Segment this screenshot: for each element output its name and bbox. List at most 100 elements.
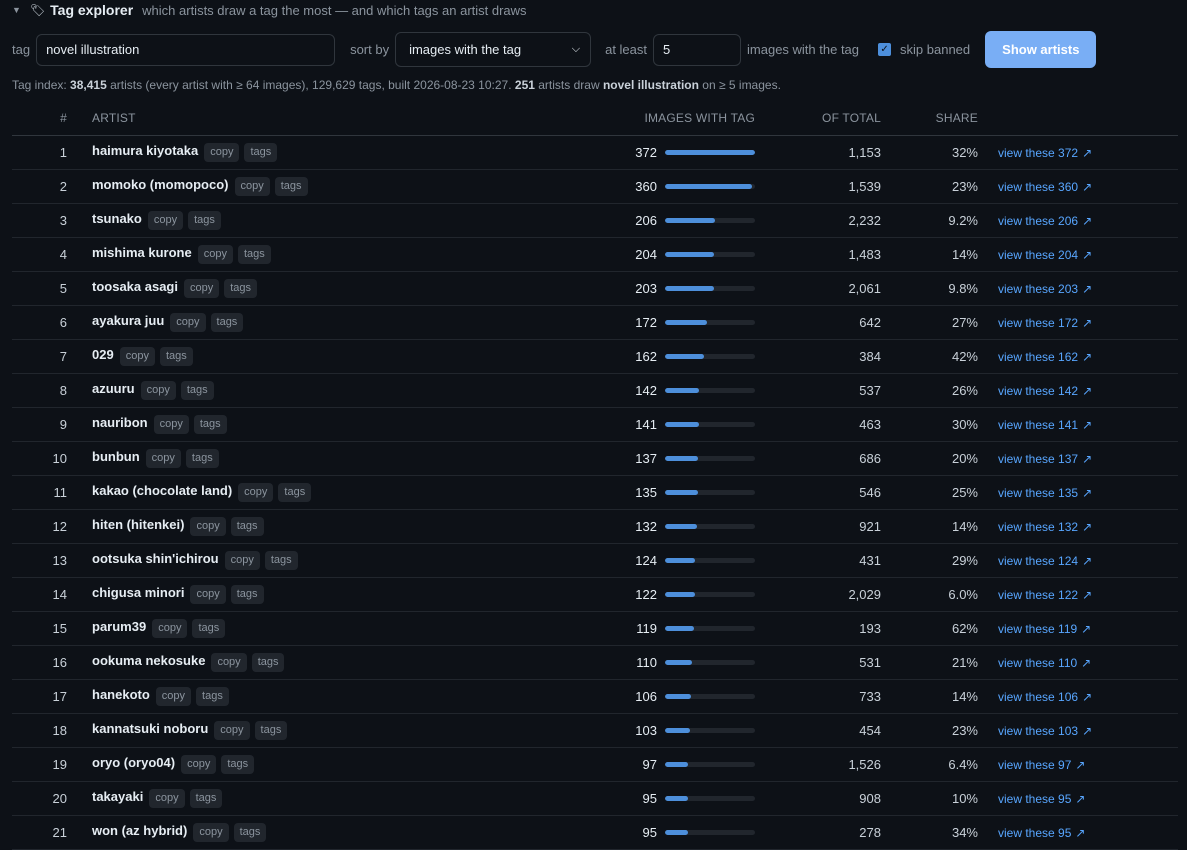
external-link-icon[interactable]: ↗ [1082, 350, 1092, 364]
view-link[interactable]: view these 172 [998, 316, 1078, 330]
show-artists-button[interactable]: Show artists [985, 31, 1097, 68]
view-link[interactable]: view these 110 [998, 656, 1077, 670]
view-link[interactable]: view these 106 [998, 690, 1078, 704]
artist-name[interactable]: momoko (momopoco) [92, 177, 229, 192]
artist-name[interactable]: nauribon [92, 415, 148, 430]
view-link[interactable]: view these 97 [998, 758, 1071, 772]
external-link-icon[interactable]: ↗ [1075, 758, 1085, 772]
view-link[interactable]: view these 203 [998, 282, 1078, 296]
tags-button[interactable]: tags [196, 687, 229, 706]
tags-button[interactable]: tags [180, 381, 214, 400]
tag-explorer-header[interactable]: ▼ 🏷 Tag explorer which artists draw a ta… [12, 0, 527, 20]
tags-button[interactable]: tags [230, 517, 264, 536]
external-link-icon[interactable]: ↗ [1082, 690, 1092, 704]
view-link[interactable]: view these 95 [998, 792, 1071, 806]
tags-button[interactable]: tags [244, 143, 278, 162]
tags-button[interactable]: tags [237, 245, 271, 264]
view-link[interactable]: view these 103 [998, 724, 1078, 738]
artist-name[interactable]: hanekoto [92, 687, 150, 702]
external-link-icon[interactable]: ↗ [1082, 316, 1092, 330]
external-link-icon[interactable]: ↗ [1081, 656, 1091, 670]
copy-button[interactable]: copy [193, 823, 229, 842]
external-link-icon[interactable]: ↗ [1081, 622, 1091, 636]
min-images-input[interactable] [653, 33, 742, 66]
view-link[interactable]: view these 206 [998, 214, 1078, 228]
tags-button[interactable]: tags [185, 449, 219, 468]
external-link-icon[interactable]: ↗ [1082, 146, 1092, 160]
copy-button[interactable]: copy [190, 517, 226, 536]
view-link[interactable]: view these 204 [998, 248, 1078, 262]
artist-name[interactable]: mishima kurone [92, 245, 192, 260]
artist-name[interactable]: ootsuka shin'ichirou [92, 551, 219, 566]
external-link-icon[interactable]: ↗ [1082, 520, 1092, 534]
external-link-icon[interactable]: ↗ [1082, 248, 1092, 262]
copy-button[interactable]: copy [155, 687, 192, 706]
tags-button[interactable]: tags [224, 279, 258, 298]
artist-name[interactable]: won (az hybrid) [92, 823, 187, 838]
view-link[interactable]: view these 95 [998, 826, 1071, 840]
tags-button[interactable]: tags [159, 347, 193, 366]
artist-name[interactable]: kakao (chocolate land) [92, 483, 232, 498]
sort-select[interactable]: images with the tag ⌵ [395, 32, 592, 67]
external-link-icon[interactable]: ↗ [1082, 282, 1092, 296]
external-link-icon[interactable]: ↗ [1075, 826, 1085, 840]
copy-button[interactable]: copy [190, 585, 226, 604]
copy-button[interactable]: copy [140, 381, 176, 400]
external-link-icon[interactable]: ↗ [1082, 384, 1092, 398]
tags-button[interactable]: tags [264, 551, 298, 570]
copy-button[interactable]: copy [184, 279, 220, 298]
external-link-icon[interactable]: ↗ [1082, 180, 1092, 194]
copy-button[interactable]: copy [170, 313, 206, 332]
artist-name[interactable]: kannatsuki noboru [92, 721, 208, 736]
external-link-icon[interactable]: ↗ [1082, 214, 1092, 228]
copy-button[interactable]: copy [238, 483, 274, 502]
tags-button[interactable]: tags [254, 721, 288, 740]
tags-button[interactable]: tags [188, 211, 221, 230]
copy-button[interactable]: copy [197, 245, 233, 264]
view-link[interactable]: view these 162 [998, 350, 1078, 364]
artist-name[interactable]: takayaki [92, 789, 143, 804]
tags-button[interactable]: tags [210, 313, 244, 332]
copy-button[interactable]: copy [214, 721, 250, 740]
tag-input[interactable] [36, 33, 336, 66]
artist-name[interactable]: haimura kiyotaka [92, 143, 198, 158]
artist-name[interactable]: tsunako [92, 211, 142, 226]
tags-button[interactable]: tags [189, 789, 223, 808]
copy-button[interactable]: copy [211, 653, 247, 672]
copy-button[interactable]: copy [181, 755, 217, 774]
artist-name[interactable]: hiten (hitenkei) [92, 517, 184, 532]
external-link-icon[interactable]: ↗ [1082, 452, 1092, 466]
external-link-icon[interactable]: ↗ [1082, 486, 1092, 500]
external-link-icon[interactable]: ↗ [1082, 418, 1092, 432]
view-link[interactable]: view these 135 [998, 486, 1078, 500]
artist-name[interactable]: 029 [92, 347, 114, 362]
copy-button[interactable]: copy [224, 551, 260, 570]
tags-button[interactable]: tags [221, 755, 255, 774]
view-link[interactable]: view these 142 [998, 384, 1078, 398]
copy-button[interactable]: copy [149, 789, 185, 808]
artist-name[interactable]: oryo (oryo04) [92, 755, 175, 770]
artist-name[interactable]: bunbun [92, 449, 140, 464]
skip-banned-checkbox[interactable]: ✓ [878, 43, 892, 56]
view-link[interactable]: view these 124 [998, 554, 1078, 568]
artist-name[interactable]: chigusa minori [92, 585, 184, 600]
external-link-icon[interactable]: ↗ [1082, 588, 1092, 602]
copy-button[interactable]: copy [153, 415, 189, 434]
tags-button[interactable]: tags [230, 585, 264, 604]
view-link[interactable]: view these 119 [998, 622, 1077, 636]
copy-button[interactable]: copy [119, 347, 155, 366]
external-link-icon[interactable]: ↗ [1075, 792, 1085, 806]
copy-button[interactable]: copy [152, 619, 188, 638]
tags-button[interactable]: tags [192, 619, 226, 638]
artist-name[interactable]: ayakura juu [92, 313, 164, 328]
artist-name[interactable]: ookuma nekosuke [92, 653, 205, 668]
view-link[interactable]: view these 122 [998, 588, 1078, 602]
tags-button[interactable]: tags [274, 177, 308, 196]
copy-button[interactable]: copy [234, 177, 270, 196]
artist-name[interactable]: toosaka asagi [92, 279, 178, 294]
external-link-icon[interactable]: ↗ [1082, 554, 1092, 568]
artist-name[interactable]: parum39 [92, 619, 146, 634]
collapse-caret-icon[interactable]: ▼ [12, 5, 21, 15]
tags-button[interactable]: tags [233, 823, 267, 842]
copy-button[interactable]: copy [147, 211, 184, 230]
